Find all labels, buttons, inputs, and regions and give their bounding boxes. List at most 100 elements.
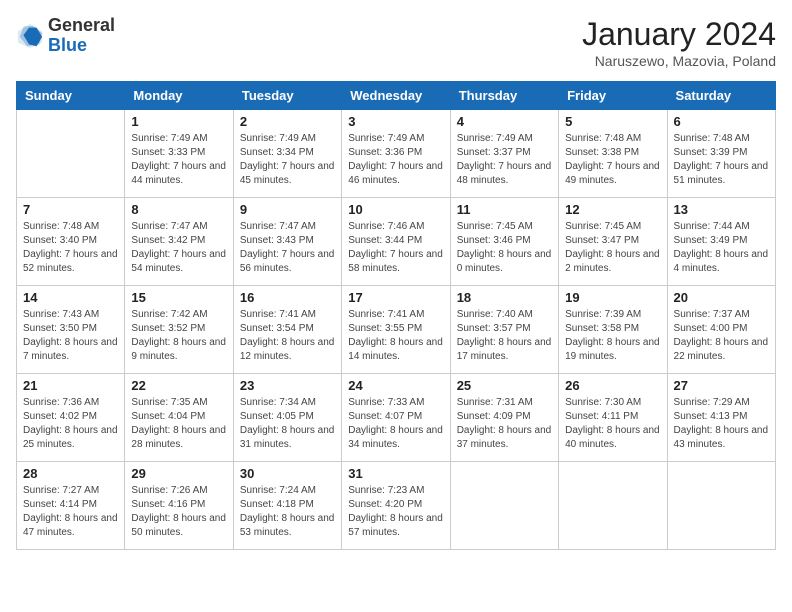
calendar-cell: 30 Sunrise: 7:24 AMSunset: 4:18 PMDayligh…: [233, 462, 341, 550]
day-number: 25: [457, 378, 552, 393]
day-info: Sunrise: 7:37 AMSunset: 4:00 PMDaylight:…: [674, 308, 769, 364]
calendar-cell: 6Sunrise: 7:48 AMSunset: 3:39 PMDaylight…: [667, 110, 775, 198]
calendar-cell: 14Sunrise: 7:43 AMSunset: 3:50 PMDayligh…: [17, 286, 125, 374]
day-info: Sunrise: 7:31 AMSunset: 4:09 PMDaylight:…: [457, 396, 552, 452]
day-info: Sunrise: 7:35 AMSunset: 4:04 PMDaylight:…: [131, 396, 226, 452]
logo-blue: Blue: [48, 36, 115, 56]
day-info: Sunrise: 7:27 AMSunset: 4:14 PMDaylight:…: [23, 484, 118, 540]
day-info: Sunrise: 7:24 AMSunset: 4:18 PMDaylight:…: [240, 484, 335, 540]
day-info: Sunrise: 7:49 AMSunset: 3:36 PMDaylight:…: [348, 132, 443, 188]
calendar-cell: 19Sunrise: 7:39 AMSunset: 3:58 PMDayligh…: [559, 286, 667, 374]
day-info: Sunrise: 7:29 AMSunset: 4:13 PMDaylight:…: [674, 396, 769, 452]
day-info: Sunrise: 7:43 AMSunset: 3:50 PMDaylight:…: [23, 308, 118, 364]
calendar-cell: 31 Sunrise: 7:23 AMSunset: 4:20 PMDayligh…: [342, 462, 450, 550]
calendar-cell: [667, 462, 775, 550]
day-number: 2: [240, 114, 335, 129]
day-info: Sunrise: 7:47 AMSunset: 3:43 PMDaylight:…: [240, 220, 335, 276]
calendar-cell: [450, 462, 558, 550]
day-info: Sunrise: 7:41 AMSunset: 3:54 PMDaylight:…: [240, 308, 335, 364]
day-number: 28: [23, 466, 118, 481]
day-number: 20: [674, 290, 769, 305]
calendar-cell: 9 Sunrise: 7:47 AMSunset: 3:43 PMDaylight…: [233, 198, 341, 286]
day-info: Sunrise: 7:44 AMSunset: 3:49 PMDaylight:…: [674, 220, 769, 276]
day-info: Sunrise: 7:49 AMSunset: 3:33 PMDaylight:…: [131, 132, 226, 188]
calendar-cell: 27 Sunrise: 7:29 AMSunset: 4:13 PMDayligh…: [667, 374, 775, 462]
day-header-wednesday: Wednesday: [342, 82, 450, 110]
day-info: Sunrise: 7:23 AMSunset: 4:20 PMDaylight:…: [348, 484, 443, 540]
calendar-cell: 29Sunrise: 7:26 AMSunset: 4:16 PMDayligh…: [125, 462, 233, 550]
day-number: 21: [23, 378, 118, 393]
day-number: 17: [348, 290, 443, 305]
day-number: 1: [131, 114, 226, 129]
calendar-cell: 23 Sunrise: 7:34 AMSunset: 4:05 PMDayligh…: [233, 374, 341, 462]
day-number: 5: [565, 114, 660, 129]
day-number: 22: [131, 378, 226, 393]
calendar-cell: [17, 110, 125, 198]
day-info: Sunrise: 7:39 AMSunset: 3:58 PMDaylight:…: [565, 308, 660, 364]
day-header-tuesday: Tuesday: [233, 82, 341, 110]
day-info: Sunrise: 7:45 AMSunset: 3:46 PMDaylight:…: [457, 220, 552, 276]
day-info: Sunrise: 7:48 AMSunset: 3:40 PMDaylight:…: [23, 220, 118, 276]
calendar-cell: 12 Sunrise: 7:45 AMSunset: 3:47 PMDayligh…: [559, 198, 667, 286]
day-info: Sunrise: 7:49 AMSunset: 3:34 PMDaylight:…: [240, 132, 335, 188]
day-info: Sunrise: 7:36 AMSunset: 4:02 PMDaylight:…: [23, 396, 118, 452]
calendar-cell: 3Sunrise: 7:49 AMSunset: 3:36 PMDaylight…: [342, 110, 450, 198]
day-number: 23: [240, 378, 335, 393]
day-info: Sunrise: 7:46 AMSunset: 3:44 PMDaylight:…: [348, 220, 443, 276]
calendar-cell: 7Sunrise: 7:48 AMSunset: 3:40 PMDaylight…: [17, 198, 125, 286]
logo-text: General Blue: [48, 16, 115, 56]
calendar-cell: 24Sunrise: 7:33 AMSunset: 4:07 PMDayligh…: [342, 374, 450, 462]
day-header-thursday: Thursday: [450, 82, 558, 110]
month-title: January 2024: [582, 16, 776, 53]
day-number: 31: [348, 466, 443, 481]
calendar-cell: 28 Sunrise: 7:27 AMSunset: 4:14 PMDayligh…: [17, 462, 125, 550]
day-info: Sunrise: 7:47 AMSunset: 3:42 PMDaylight:…: [131, 220, 226, 276]
day-number: 8: [131, 202, 226, 217]
calendar-cell: 26Sunrise: 7:30 AMSunset: 4:11 PMDayligh…: [559, 374, 667, 462]
day-header-saturday: Saturday: [667, 82, 775, 110]
calendar-cell: 22 Sunrise: 7:35 AMSunset: 4:04 PMDayligh…: [125, 374, 233, 462]
day-number: 24: [348, 378, 443, 393]
title-block: January 2024 Naruszewo, Mazovia, Poland: [582, 16, 776, 69]
day-number: 15: [131, 290, 226, 305]
calendar-cell: 1 Sunrise: 7:49 AMSunset: 3:33 PMDaylight…: [125, 110, 233, 198]
calendar-cell: 13Sunrise: 7:44 AMSunset: 3:49 PMDayligh…: [667, 198, 775, 286]
day-number: 9: [240, 202, 335, 217]
calendar-cell: 5 Sunrise: 7:48 AMSunset: 3:38 PMDaylight…: [559, 110, 667, 198]
calendar-cell: 17Sunrise: 7:41 AMSunset: 3:55 PMDayligh…: [342, 286, 450, 374]
day-number: 6: [674, 114, 769, 129]
week-row-3: 14Sunrise: 7:43 AMSunset: 3:50 PMDayligh…: [17, 286, 776, 374]
calendar-cell: 16 Sunrise: 7:41 AMSunset: 3:54 PMDayligh…: [233, 286, 341, 374]
week-row-4: 21 Sunrise: 7:36 AMSunset: 4:02 PMDayligh…: [17, 374, 776, 462]
calendar-cell: 15 Sunrise: 7:42 AMSunset: 3:52 PMDayligh…: [125, 286, 233, 374]
day-info: Sunrise: 7:42 AMSunset: 3:52 PMDaylight:…: [131, 308, 226, 364]
location: Naruszewo, Mazovia, Poland: [582, 53, 776, 69]
day-number: 30: [240, 466, 335, 481]
day-number: 12: [565, 202, 660, 217]
day-header-friday: Friday: [559, 82, 667, 110]
week-row-2: 7Sunrise: 7:48 AMSunset: 3:40 PMDaylight…: [17, 198, 776, 286]
day-info: Sunrise: 7:45 AMSunset: 3:47 PMDaylight:…: [565, 220, 660, 276]
week-row-5: 28 Sunrise: 7:27 AMSunset: 4:14 PMDayligh…: [17, 462, 776, 550]
day-info: Sunrise: 7:34 AMSunset: 4:05 PMDaylight:…: [240, 396, 335, 452]
calendar-table: SundayMondayTuesdayWednesdayThursdayFrid…: [16, 81, 776, 550]
day-info: Sunrise: 7:49 AMSunset: 3:37 PMDaylight:…: [457, 132, 552, 188]
logo-general: General: [48, 16, 115, 36]
day-number: 18: [457, 290, 552, 305]
calendar-cell: 11 Sunrise: 7:45 AMSunset: 3:46 PMDayligh…: [450, 198, 558, 286]
logo: General Blue: [16, 16, 115, 56]
calendar-cell: [559, 462, 667, 550]
calendar-cell: 10 Sunrise: 7:46 AMSunset: 3:44 PMDayligh…: [342, 198, 450, 286]
calendar-cell: 2 Sunrise: 7:49 AMSunset: 3:34 PMDaylight…: [233, 110, 341, 198]
day-number: 16: [240, 290, 335, 305]
day-number: 26: [565, 378, 660, 393]
day-number: 27: [674, 378, 769, 393]
calendar-cell: 25 Sunrise: 7:31 AMSunset: 4:09 PMDayligh…: [450, 374, 558, 462]
day-header-sunday: Sunday: [17, 82, 125, 110]
calendar-cell: 18Sunrise: 7:40 AMSunset: 3:57 PMDayligh…: [450, 286, 558, 374]
day-number: 11: [457, 202, 552, 217]
calendar-cell: 8 Sunrise: 7:47 AMSunset: 3:42 PMDaylight…: [125, 198, 233, 286]
day-number: 10: [348, 202, 443, 217]
day-info: Sunrise: 7:26 AMSunset: 4:16 PMDaylight:…: [131, 484, 226, 540]
day-info: Sunrise: 7:48 AMSunset: 3:38 PMDaylight:…: [565, 132, 660, 188]
